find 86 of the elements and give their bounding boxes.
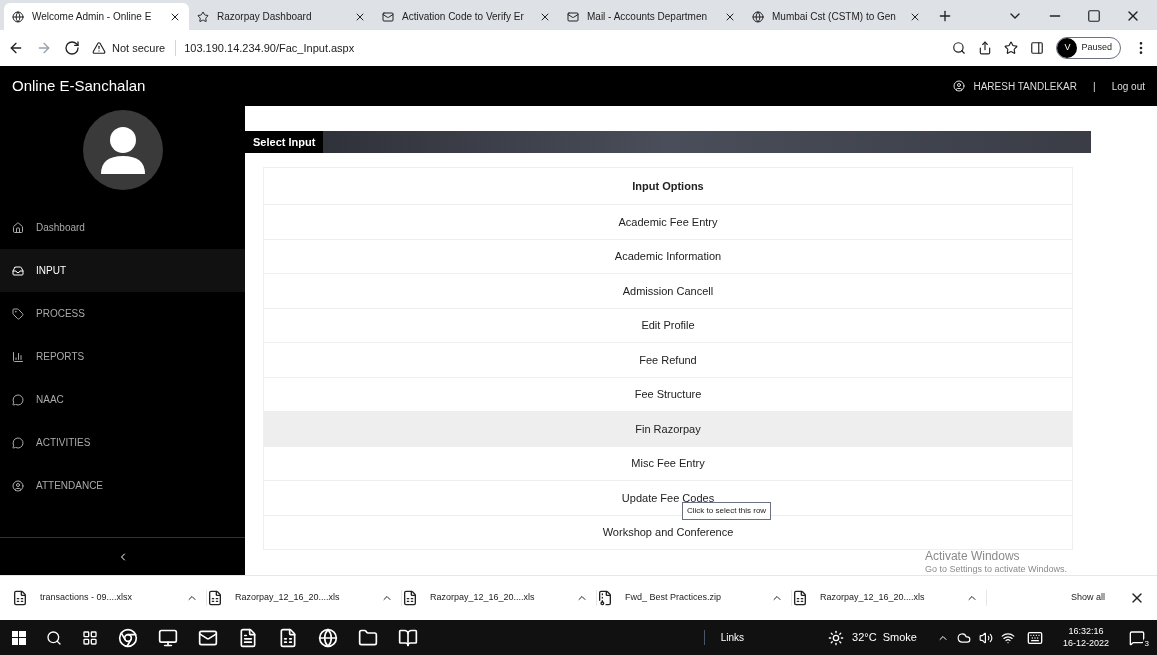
panel-title: Select Input xyxy=(245,131,324,153)
profile-avatar: V xyxy=(1057,38,1078,58)
folder-icon[interactable] xyxy=(358,627,378,648)
download-item[interactable]: transactions - 09....xlsx xyxy=(12,590,207,606)
activation-text: Go to Settings to activate Windows. xyxy=(924,563,1067,575)
speech-bubble-icon xyxy=(12,436,24,449)
globe-icon xyxy=(752,10,764,23)
back-icon[interactable] xyxy=(8,40,24,56)
download-name: Razorpay_12_16_20....xls xyxy=(235,591,341,605)
sidebar-item[interactable]: NAAC xyxy=(0,378,245,421)
spreadsheet-icon xyxy=(207,590,223,606)
tab-title: Mail - Accounts Departmen xyxy=(587,10,709,24)
speech-bubble-icon xyxy=(12,393,24,406)
sidebar-item[interactable]: PROCESS xyxy=(0,292,245,335)
sidebar-item[interactable]: REPORTS xyxy=(0,335,245,378)
sidebar-item[interactable]: ACTIVITIES xyxy=(0,421,245,464)
tab-title: Activation Code to Verify Er xyxy=(402,10,525,24)
keyboard-icon[interactable] xyxy=(1026,629,1043,646)
spreadsheet-icon xyxy=(402,590,418,606)
user-name: HARESH TANDLEKAR xyxy=(973,79,1077,94)
table-header: Input Options xyxy=(632,178,704,194)
tab-title: Welcome Admin - Online E xyxy=(32,10,153,24)
weather-icon xyxy=(828,629,844,646)
show-all-button[interactable]: Show all xyxy=(1070,591,1105,605)
security-label: Not secure xyxy=(112,40,166,56)
tag-icon xyxy=(12,307,24,320)
task-view-icon[interactable] xyxy=(82,629,98,646)
new-tab-icon[interactable] xyxy=(937,8,953,24)
activation-title: Activate Windows xyxy=(924,548,1021,564)
logout-link[interactable]: Log out xyxy=(1111,78,1145,94)
sidebar-item[interactable]: INPUT xyxy=(0,249,245,292)
bar-chart-icon xyxy=(12,350,24,363)
archive-icon xyxy=(597,590,613,606)
browser-tab[interactable]: Welcome Admin - Online E xyxy=(4,3,189,30)
sidebar-item[interactable]: Dashboard xyxy=(0,206,245,249)
clock-date: 16-12-2022 xyxy=(1062,637,1109,649)
avatar-icon xyxy=(82,110,163,190)
mail-icon xyxy=(567,10,579,23)
globe-icon[interactable] xyxy=(318,627,338,648)
download-item[interactable]: Razorpay_12_16_20....xls xyxy=(207,590,402,606)
links-label[interactable]: Links xyxy=(703,630,744,645)
computer-icon[interactable] xyxy=(158,627,178,648)
mail-icon xyxy=(382,10,394,23)
app-title: Online E-Sanchalan xyxy=(12,75,146,96)
profile-status: Paused xyxy=(1081,41,1112,55)
notification-icon[interactable] xyxy=(1129,629,1145,646)
weather-text[interactable]: 32°C Smoke xyxy=(852,629,917,646)
table-row[interactable]: Fin Razorpay xyxy=(264,411,1072,446)
cloud-icon[interactable] xyxy=(956,630,971,645)
browser-icon[interactable] xyxy=(118,627,138,648)
download-item[interactable]: Razorpay_12_16_20....xls xyxy=(402,590,597,606)
share-icon[interactable] xyxy=(978,41,993,55)
book-icon[interactable] xyxy=(398,627,418,648)
download-name: Razorpay_12_16_20....xls xyxy=(820,591,926,605)
network-icon[interactable] xyxy=(1000,630,1015,645)
spreadsheet-icon xyxy=(12,590,28,606)
search-icon[interactable] xyxy=(952,41,967,55)
speaker-icon[interactable] xyxy=(978,630,993,645)
person-circle-icon xyxy=(12,479,24,492)
clock-time: 16:32:16 xyxy=(1068,626,1104,638)
tab-title: Razorpay Dashboard xyxy=(217,10,313,24)
separator: | xyxy=(1093,79,1096,94)
spreadsheet-icon xyxy=(792,590,808,606)
star-icon[interactable] xyxy=(1004,41,1019,55)
download-name: Fwd_ Best Practices.zip xyxy=(625,591,723,605)
url-field[interactable]: 103.190.14.234.90/Fac_Input.aspx xyxy=(175,39,355,57)
reload-icon[interactable] xyxy=(64,40,80,56)
tooltip: Click to select this row xyxy=(682,502,772,520)
warning-icon xyxy=(92,41,106,55)
download-item[interactable]: Fwd_ Best Practices.zip xyxy=(597,590,792,606)
download-name: transactions - 09....xlsx xyxy=(40,591,134,605)
download-name: Razorpay_12_16_20....xls xyxy=(430,591,536,605)
spreadsheet-icon[interactable] xyxy=(278,627,298,648)
maximize-icon[interactable] xyxy=(1087,9,1101,23)
home-icon xyxy=(12,221,24,234)
search-icon[interactable] xyxy=(46,629,62,646)
star-icon xyxy=(197,10,209,23)
document-icon[interactable] xyxy=(238,627,258,648)
windows-logo-icon[interactable] xyxy=(12,630,26,645)
user-icon xyxy=(953,80,966,92)
sidebar-item[interactable]: ATTENDANCE xyxy=(0,464,245,507)
globe-icon xyxy=(12,10,24,23)
download-item[interactable]: Razorpay_12_16_20....xls xyxy=(792,590,987,606)
tray-icon xyxy=(12,264,24,277)
side-panel-icon[interactable] xyxy=(1030,41,1045,55)
tab-title: Mumbai Cst (CSTM) to Gen xyxy=(772,10,897,24)
